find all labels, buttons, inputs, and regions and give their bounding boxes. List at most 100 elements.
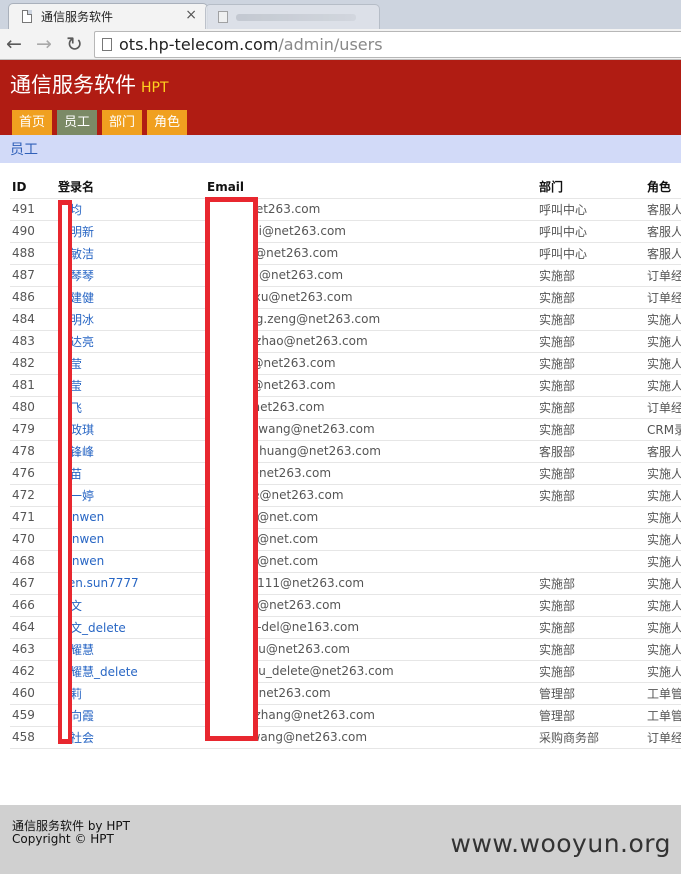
table-row: 458 王社会 shehui.wang@net263.com 采购商务部 订单经 [10,725,681,749]
cell-department [537,527,645,550]
cell-department [537,549,645,572]
cell-login-link[interactable]: sunwen [56,505,205,528]
cell-department: 实施部 [537,285,645,308]
table-row: 468 sunwen wen.sun@net.com 实施人 [10,549,681,572]
cell-login-link[interactable]: 徐建健 [56,285,205,308]
table-row: 467 wen.sun7777 wen.sun111@net263.com 实施部 实施… [10,571,681,594]
app-brand: HPT [141,80,169,96]
browser-tab-inactive[interactable] [205,4,380,29]
app-title[interactable]: 通信服务软件 HPT [10,69,169,99]
cell-login-link[interactable]: 何莹 [56,373,205,396]
column-header-email: Email [207,179,245,194]
cell-department: 呼叫中心 [537,219,645,242]
cell-department: 实施部 [537,615,645,638]
address-bar[interactable]: ots.hp-telecom.com/admin/users [94,31,681,58]
cell-login-link[interactable]: 李敏洁 [56,241,205,264]
cell-id: 478 [10,439,56,462]
back-arrow-icon[interactable]: ← [6,33,22,55]
cell-role: 客服人 [645,219,681,242]
forward-arrow-icon[interactable]: → [36,33,52,55]
cell-role: 实施人 [645,307,681,330]
watermark: www.wooyun.org [450,829,671,858]
blurred-tab-title [236,14,356,21]
cell-department: 客服部 [537,439,645,462]
cell-role: 实施人 [645,637,681,660]
cell-login-link[interactable]: 何莹 [56,351,205,374]
main-nav: 首页 员工 部门 角色 [12,110,192,135]
nav-tab-home[interactable]: 首页 [12,110,53,135]
cell-id: 467 [10,571,56,594]
cell-id: 464 [10,615,56,638]
cell-role: 实施人 [645,461,681,484]
cell-login-link[interactable]: 张向霞 [56,703,205,726]
cell-id: 462 [10,659,56,682]
table-row: 459 张向霞 yongxiazhang@net263.com 管理部 工单管 [10,703,681,726]
cell-login-link[interactable]: sunwen [56,549,205,572]
nav-tab-staff[interactable]: 员工 [57,110,98,135]
redaction-box-email [205,197,258,741]
cell-login-link[interactable]: 李苗 [56,461,205,484]
cell-login-link[interactable]: 赵达亮 [56,329,205,352]
app-header: 通信服务软件 HPT 首页 员工 部门 角色 [0,60,681,135]
cell-id: 463 [10,637,56,660]
cell-id: 466 [10,593,56,616]
browser-tab-active[interactable]: 通信服务软件 × [8,3,208,29]
browser-tab-strip: 通信服务软件 × [0,0,681,29]
cell-login-link[interactable]: 何一婷 [56,483,205,506]
cell-department: 实施部 [537,263,645,286]
section-title: 员工 [10,142,38,158]
cell-login-link[interactable]: 马明新 [56,219,205,242]
cell-role: 订单经 [645,395,681,418]
cell-login-link[interactable]: 陈莉 [56,681,205,704]
nav-tab-departments[interactable]: 部门 [102,110,143,135]
table-header-row: ID 登录名 Email 部门 角色 [10,176,681,198]
cell-id: 458 [10,725,56,749]
table-row: 488 李敏洁 minjie.li@net263.com 呼叫中心 客服人 [10,241,681,264]
cell-department: 呼叫中心 [537,197,645,220]
cell-login-link[interactable]: 俞耀慧_delete [56,659,205,682]
cell-login-link[interactable]: wen.sun7777 [56,571,205,594]
cell-login-link[interactable]: 杨琴琴 [56,263,205,286]
table-row: 484 曾明冰 mingbing.zeng@net263.com 实施部 实施人 [10,307,681,330]
cell-login-link[interactable]: 金均 [56,197,205,220]
url-text[interactable]: ots.hp-telecom.com/admin/users [119,35,383,54]
table-row: 479王政琪zhengqi.wang@net263.com实施部CRM录 [10,417,681,440]
table-row: 486 徐建健 xiaojianxu@net263.com 实施部 订单经 [10,285,681,308]
cell-role: 实施人 [645,351,681,374]
close-tab-icon[interactable]: × [185,7,197,23]
table-row: 464 孙文_delete wen.sun-del@ne163.com 实施部 实施人 [10,615,681,638]
cell-login-link[interactable]: 黄锋峰 [56,439,205,462]
table-row: 478 黄锋峰 shufeng.huang@net263.com 客服部 客服人 [10,439,681,462]
cell-department: 实施部 [537,395,645,418]
cell-role: 实施人 [645,527,681,550]
cell-id: 459 [10,703,56,726]
cell-department: 实施部 [537,329,645,352]
cell-role: 订单经 [645,263,681,286]
table-row: 462 俞耀慧_delete yaohui.yu_delete@net263.com… [10,659,681,682]
cell-id: 490 [10,219,56,242]
cell-role: 客服人 [645,439,681,462]
reload-icon[interactable]: ↻ [66,33,83,55]
table-row: 487 杨琴琴 qin.yang@net263.com 实施部 订单经 [10,263,681,286]
cell-id: 468 [10,549,56,572]
cell-id: 483 [10,329,56,352]
cell-role: 实施人 [645,483,681,506]
cell-login-link[interactable]: 王社会 [56,725,205,749]
table-row: 466孙文wen.sun@net263.com实施部实施人 [10,593,681,616]
cell-login-link[interactable]: 孙文_delete [56,615,205,638]
cell-id: 480 [10,395,56,418]
cell-department: 实施部 [537,417,645,440]
table-row: 463 俞耀慧 yaohui.yu@net263.com 实施部 实施人 [10,637,681,660]
document-icon [218,11,228,23]
cell-login-link[interactable]: 王政琪 [56,417,205,440]
nav-tab-roles[interactable]: 角色 [147,110,188,135]
cell-department: 实施部 [537,483,645,506]
cell-login-link[interactable]: 俞耀慧 [56,637,205,660]
cell-login-link[interactable]: sunwen [56,527,205,550]
cell-login-link[interactable]: 于飞 [56,395,205,418]
cell-id: 487 [10,263,56,286]
cell-department: 管理部 [537,703,645,726]
cell-login-link[interactable]: 曾明冰 [56,307,205,330]
cell-login-link[interactable]: 孙文 [56,593,205,616]
users-table: ID 登录名 Email 部门 角色 491金均jingo@net263.com… [10,176,681,749]
